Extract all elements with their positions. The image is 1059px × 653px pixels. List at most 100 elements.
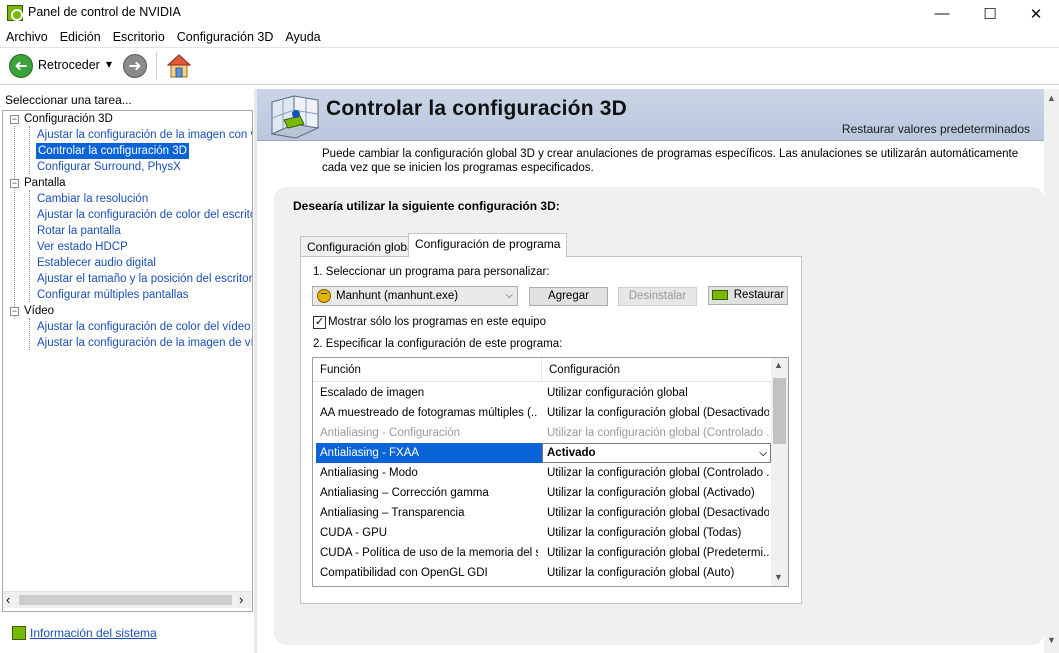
scroll-thumb[interactable] — [19, 595, 232, 605]
tree-item-resolucion[interactable]: Cambiar la resolución — [37, 191, 148, 207]
close-button[interactable]: ✕ — [1013, 0, 1059, 27]
restore-program-button[interactable]: Restaurar — [708, 286, 788, 305]
column-header-configuracion[interactable]: Configuración — [542, 358, 771, 382]
tree-connector — [14, 126, 15, 319]
scroll-up-icon[interactable]: ▲ — [774, 360, 783, 370]
system-info-link[interactable]: Información del sistema — [30, 626, 157, 640]
menu-archivo[interactable]: Archivo — [0, 27, 54, 47]
home-icon[interactable] — [166, 53, 192, 79]
back-button[interactable]: Retroceder — [38, 58, 100, 72]
setting-cell[interactable]: Utilizar la configuración global (Activa… — [547, 483, 769, 503]
feature-cell: CUDA - GPU — [320, 527, 388, 539]
tab-configuracion-global[interactable]: Configuración global — [300, 236, 424, 258]
feature-cell: Antialiasing - Configuración — [320, 427, 460, 439]
tab-configuracion-programa[interactable]: Configuración de programa — [408, 233, 568, 257]
setting-cell[interactable]: Utilizar la configuración global (Auto) — [547, 563, 769, 583]
setting-cell[interactable]: Utilizar la configuración global (Desact… — [547, 403, 769, 423]
setting-cell[interactable]: Utilizar la configuración global (Predet… — [547, 543, 769, 563]
task-tree[interactable]: − Configuración 3D Ajustar la configurac… — [2, 110, 253, 612]
column-header-funcion[interactable]: Función — [313, 358, 542, 382]
table-row[interactable]: Antialiasing – Transparencia Utilizar la… — [313, 503, 771, 523]
feature-cell: Antialiasing - FXAA — [316, 443, 542, 463]
page-title: Controlar la configuración 3D — [326, 97, 627, 120]
table-row[interactable]: Antialiasing - Modo Utilizar la configur… — [313, 463, 771, 483]
settings-grid[interactable]: Función Configuración Escalado de imagen… — [312, 357, 789, 587]
scroll-up-icon[interactable]: ▲ — [1047, 93, 1056, 103]
chevron-down-icon[interactable]: ⌵ — [759, 445, 767, 462]
expander-config-3d[interactable]: − — [10, 115, 19, 124]
task-pane-label: Seleccionar una tarea... — [5, 93, 132, 107]
table-row[interactable]: Antialiasing - Configuración Utilizar la… — [313, 423, 771, 443]
setting-cell[interactable]: Utilizar la configuración global (Contro… — [547, 423, 769, 443]
uninstall-program-button[interactable]: Desinstalar — [618, 287, 697, 306]
pane-splitter[interactable] — [254, 89, 257, 653]
scroll-left-button[interactable]: ‹ — [6, 592, 10, 607]
table-row[interactable]: AA muestreado de fotogramas múltiples (.… — [313, 403, 771, 423]
program-select-value: Manhunt (manhunt.exe) — [336, 290, 459, 302]
tree-item-surround-physx[interactable]: Configurar Surround, PhysX — [37, 159, 181, 175]
tree-group-pantalla[interactable]: Pantalla — [24, 175, 66, 191]
table-row[interactable]: Antialiasing – Corrección gamma Utilizar… — [313, 483, 771, 503]
tree-group-video[interactable]: Vídeo — [24, 303, 54, 319]
minimize-button[interactable]: — — [919, 0, 965, 27]
step1-label: 1. Seleccionar un programa para personal… — [313, 266, 550, 278]
nvidia-logo-icon — [7, 5, 23, 21]
tree-horizontal-scrollbar[interactable]: ‹ › — [3, 591, 252, 608]
tree-group-config-3d[interactable]: Configuración 3D — [24, 111, 113, 127]
tree-item-controlar-3d[interactable]: Controlar la configuración 3D — [36, 143, 189, 159]
menu-escritorio[interactable]: Escritorio — [107, 27, 171, 47]
table-row-selected[interactable]: Antialiasing - FXAA Activado ⌵ — [313, 443, 771, 463]
menu-ayuda[interactable]: Ayuda — [279, 27, 326, 47]
program-select[interactable]: Manhunt (manhunt.exe) ⌵ — [312, 286, 518, 306]
table-row[interactable]: CUDA - GPU Utilizar la configuración glo… — [313, 523, 771, 543]
show-local-programs-checkbox[interactable]: ✓ — [313, 316, 326, 329]
tree-connector — [29, 190, 30, 302]
menu-edicion[interactable]: Edición — [54, 27, 107, 47]
toolbar-separator — [156, 52, 157, 80]
tree-item-color-escritorio[interactable]: Ajustar la configuración de color del es… — [37, 207, 252, 223]
feature-cell: Escalado de imagen — [320, 387, 425, 399]
feature-cell: AA muestreado de fotogramas múltiples (.… — [320, 407, 538, 419]
content-vertical-scrollbar[interactable]: ▲ ▼ — [1044, 89, 1059, 653]
setting-cell[interactable]: Utilizar configuración global — [547, 383, 769, 403]
grid-scroll-thumb[interactable] — [773, 378, 786, 444]
table-row[interactable]: Escalado de imagen Utilizar configuració… — [313, 383, 771, 403]
forward-arrow-icon[interactable]: ➜ — [123, 54, 147, 78]
chevron-down-icon: ⌵ — [505, 290, 513, 301]
setting-cell[interactable]: Utilizar la configuración global (Desact… — [547, 503, 769, 523]
tree-item-imagen-video[interactable]: Ajustar la configuración de la imagen de… — [37, 335, 252, 351]
back-history-dropdown[interactable]: ▾ — [106, 57, 112, 71]
toolbar: ➜ Retroceder ▾ ➜ — [0, 47, 1059, 85]
menu-configuracion-3d[interactable]: Configuración 3D — [171, 27, 280, 47]
table-row[interactable]: Compatibilidad con OpenGL GDI Utilizar l… — [313, 563, 771, 583]
tree-item-color-video[interactable]: Ajustar la configuración de color del ví… — [37, 319, 251, 335]
tree-item-hdcp[interactable]: Ver estado HDCP — [37, 239, 128, 255]
manhunt-smiley-icon — [317, 289, 331, 303]
setting-dropdown[interactable]: Activado ⌵ — [542, 443, 771, 463]
page-header: Controlar la configuración 3D Restaurar … — [257, 89, 1044, 141]
expander-pantalla[interactable]: − — [10, 179, 19, 188]
table-row[interactable]: CUDA - Política de uso de la memoria del… — [313, 543, 771, 563]
scroll-down-icon[interactable]: ▼ — [1047, 635, 1056, 645]
add-program-button[interactable]: Agregar — [529, 287, 608, 306]
expander-video[interactable]: − — [10, 307, 19, 316]
title-bar: Panel de control de NVIDIA — ☐ ✕ — [0, 0, 1059, 27]
menu-bar: Archivo Edición Escritorio Configuración… — [0, 27, 1059, 47]
page-description: Puede cambiar la configuración global 3D… — [322, 148, 1019, 174]
setting-cell[interactable]: Utilizar la configuración global (Todas) — [547, 523, 769, 543]
show-local-programs-label[interactable]: Mostrar sólo los programas en este equip… — [328, 316, 546, 328]
back-arrow-icon[interactable]: ➜ — [9, 54, 33, 78]
restore-defaults-link[interactable]: Restaurar valores predeterminados — [842, 122, 1030, 136]
3d-settings-cube-icon — [266, 94, 322, 139]
tree-item-multiples-pantallas[interactable]: Configurar múltiples pantallas — [37, 287, 189, 303]
scroll-right-button[interactable]: › — [239, 592, 243, 607]
tree-connector — [29, 126, 30, 174]
tree-item-audio[interactable]: Establecer audio digital — [37, 255, 156, 271]
maximize-button[interactable]: ☐ — [967, 0, 1013, 27]
setting-cell[interactable]: Utilizar la configuración global (Contro… — [547, 463, 769, 483]
nvidia-logo-icon — [711, 289, 728, 300]
tree-item-tamano-posicion[interactable]: Ajustar el tamaño y la posición del escr… — [37, 271, 252, 287]
tree-item-ajustar-imagen[interactable]: Ajustar la configuración de la imagen co… — [37, 127, 252, 143]
scroll-down-icon[interactable]: ▼ — [774, 572, 783, 582]
tree-item-rotar[interactable]: Rotar la pantalla — [37, 223, 121, 239]
